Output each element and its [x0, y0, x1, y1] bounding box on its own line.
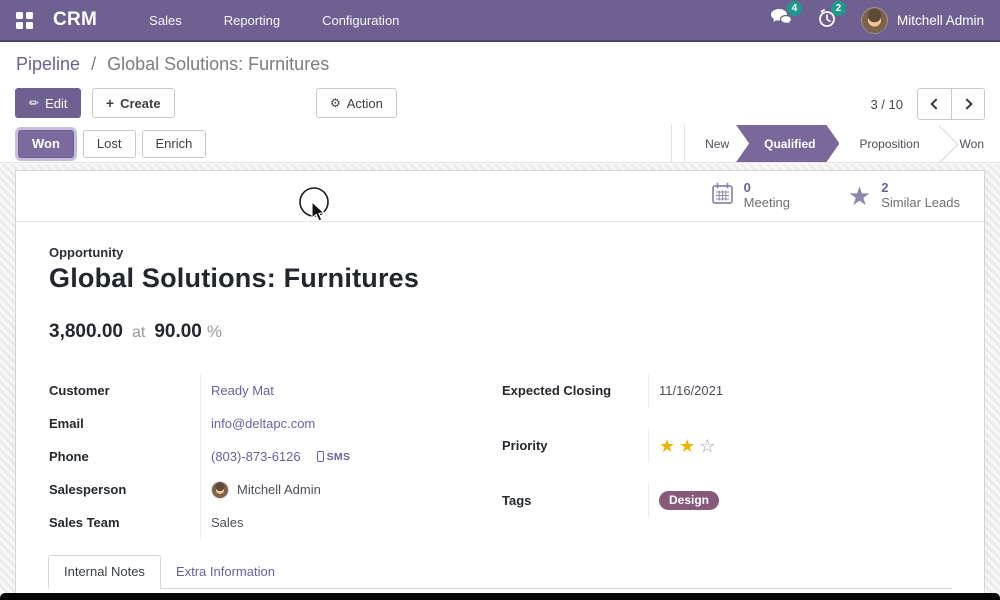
stage-qualified[interactable]: Qualified — [736, 125, 839, 162]
nav-right-section: 4 2 Mitchell Admin — [770, 7, 984, 34]
tab-extra-information[interactable]: Extra Information — [161, 556, 290, 588]
meeting-label: Meeting — [744, 196, 790, 211]
control-panel-buttons: ✏ Edit + Create ⚙ Action 3 / 10 — [15, 88, 985, 118]
tag-design: Design — [659, 491, 719, 510]
breadcrumb-pipeline-link[interactable]: Pipeline — [16, 54, 80, 74]
nav-menu-configuration[interactable]: Configuration — [322, 13, 399, 28]
opportunity-form-card: 0 Meeting ★ 2 Similar Leads Opportunity … — [15, 170, 985, 593]
edit-button[interactable]: ✏ Edit — [15, 88, 81, 118]
priority-star-2-icon[interactable]: ★ — [679, 437, 695, 455]
chevron-left-icon — [930, 98, 941, 109]
action-button-label: Action — [347, 96, 383, 111]
stage-won[interactable]: Won — [940, 125, 1000, 162]
window-bottom-edge — [0, 593, 1000, 600]
star-icon: ★ — [848, 183, 871, 209]
calendar-icon — [711, 182, 734, 210]
right-field-group: Expected Closing 11/16/2021 Priority ★ ★… — [502, 374, 951, 539]
salesperson-avatar — [211, 481, 229, 499]
salesperson-value[interactable]: Mitchell Admin — [237, 482, 321, 497]
plus-icon: + — [106, 96, 114, 110]
opportunity-title: Global Solutions: Furnitures — [49, 263, 951, 294]
similar-leads-label: Similar Leads — [881, 196, 960, 211]
left-field-group: Customer Ready Mat Email info@deltapc.co… — [49, 374, 489, 539]
mark-won-button[interactable]: Won — [18, 130, 74, 158]
breadcrumb-current: Global Solutions: Furnitures — [107, 54, 329, 74]
notebook-tabs: Internal Notes Extra Information — [48, 555, 952, 589]
top-nav-bar: CRM Sales Reporting Configuration 4 — [0, 0, 1000, 42]
form-sheet: Opportunity Global Solutions: Furnitures… — [16, 222, 984, 539]
percent-sign: % — [207, 322, 222, 342]
gear-icon: ⚙ — [330, 97, 341, 109]
phone-label: Phone — [49, 440, 201, 473]
sales-team-label: Sales Team — [49, 506, 201, 539]
customer-label: Customer — [49, 374, 201, 407]
expected-closing-value: 11/16/2021 — [659, 383, 723, 398]
salesperson-label: Salesperson — [49, 473, 201, 506]
action-menu-button[interactable]: ⚙ Action — [316, 88, 397, 118]
send-sms-button[interactable]: SMS — [317, 451, 351, 463]
priority-star-1-icon[interactable]: ★ — [659, 437, 675, 455]
status-row: Won Lost Enrich New Qualified Propositio… — [0, 125, 1000, 163]
expected-revenue-value: 3,800.00 — [49, 321, 123, 343]
email-link[interactable]: info@deltapc.com — [211, 416, 315, 431]
mobile-phone-icon — [317, 451, 324, 462]
record-type-label: Opportunity — [49, 245, 951, 260]
user-name: Mitchell Admin — [897, 13, 984, 28]
chevron-right-icon — [961, 98, 972, 109]
app-name[interactable]: CRM — [53, 9, 97, 31]
priority-star-3-icon[interactable]: ☆ — [699, 437, 715, 455]
breadcrumb: Pipeline / Global Solutions: Furnitures — [16, 54, 329, 75]
customer-link[interactable]: Ready Mat — [211, 383, 274, 398]
phone-link[interactable]: (803)-873-6126 — [211, 449, 301, 464]
create-button[interactable]: + Create — [92, 88, 175, 118]
pencil-icon: ✏ — [29, 97, 39, 109]
user-menu[interactable]: Mitchell Admin — [861, 7, 984, 34]
activities-menu[interactable]: 2 — [817, 8, 837, 33]
at-label: at — [132, 324, 145, 342]
pager-value[interactable]: 3 / 10 — [870, 97, 903, 112]
revenue-row: 3,800.00 at 90.00 % — [49, 321, 951, 343]
field-groups: Customer Ready Mat Email info@deltapc.co… — [49, 374, 951, 539]
pager-buttons — [917, 88, 985, 120]
stage-proposition[interactable]: Proposition — [839, 125, 939, 162]
nav-menus: Sales Reporting Configuration — [149, 13, 399, 28]
expected-closing-label: Expected Closing — [502, 374, 649, 407]
enrich-button[interactable]: Enrich — [142, 130, 207, 158]
pager-previous-button[interactable] — [918, 89, 951, 119]
probability-value: 90.00 — [154, 321, 202, 343]
apps-menu-icon[interactable] — [16, 12, 33, 29]
priority-widget: ★ ★ ☆ — [659, 437, 715, 455]
similar-leads-count: 2 — [881, 181, 960, 196]
meeting-count: 0 — [744, 181, 790, 196]
sales-team-value[interactable]: Sales — [211, 515, 244, 530]
stage-statusbar: New Qualified Proposition Won — [684, 125, 1000, 162]
user-avatar — [861, 7, 888, 34]
messages-menu[interactable]: 4 — [770, 8, 793, 32]
statusbar-divider — [671, 125, 672, 162]
pager: 3 / 10 — [870, 88, 985, 120]
messages-badge: 4 — [787, 1, 802, 16]
similar-leads-stat-button[interactable]: ★ 2 Similar Leads — [848, 181, 960, 211]
edit-button-label: Edit — [45, 96, 67, 111]
tags-label: Tags — [502, 484, 649, 517]
tab-internal-notes[interactable]: Internal Notes — [48, 555, 161, 589]
mark-lost-button[interactable]: Lost — [83, 130, 136, 158]
sms-label: SMS — [327, 451, 351, 463]
email-label: Email — [49, 407, 201, 440]
stat-button-bar: 0 Meeting ★ 2 Similar Leads — [16, 171, 984, 222]
nav-menu-reporting[interactable]: Reporting — [224, 13, 280, 28]
breadcrumb-separator: / — [91, 54, 96, 74]
activities-badge: 2 — [831, 1, 846, 16]
create-button-label: Create — [120, 96, 160, 111]
pager-next-button[interactable] — [951, 89, 984, 119]
meeting-stat-button[interactable]: 0 Meeting — [711, 181, 790, 211]
priority-label: Priority — [502, 429, 649, 462]
stage-new[interactable]: New — [685, 125, 749, 162]
nav-menu-sales[interactable]: Sales — [149, 13, 182, 28]
